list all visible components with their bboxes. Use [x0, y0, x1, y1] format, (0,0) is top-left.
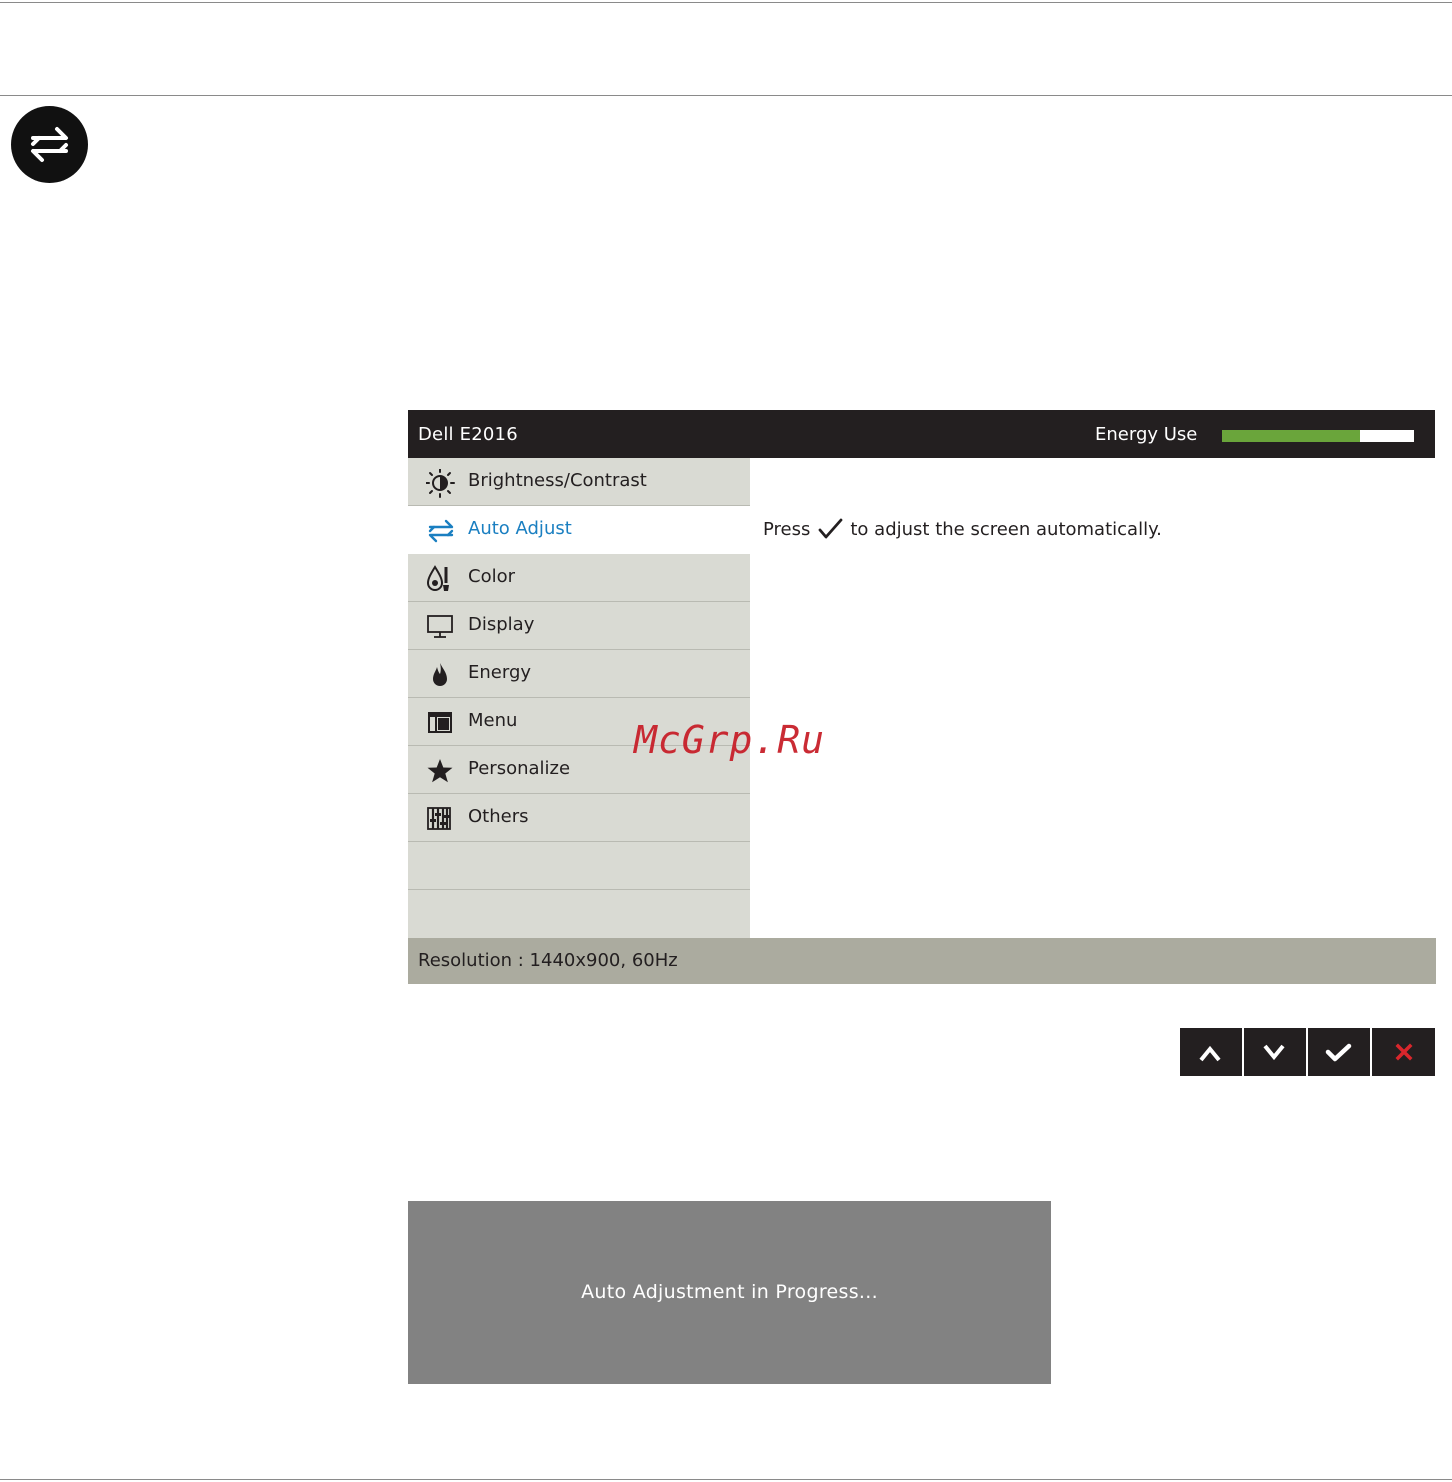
menu-item-label: Color	[468, 566, 515, 587]
close-icon	[1395, 1043, 1413, 1061]
watermark: McGrp.Ru	[634, 718, 826, 762]
menu-item-label: Personalize	[468, 758, 571, 779]
energy-use-fill	[1222, 430, 1361, 442]
star-icon	[426, 757, 454, 783]
instruction-press-text: Press	[763, 519, 811, 540]
resolution-text: Resolution : 1440x900, 60Hz	[418, 950, 678, 971]
menu-icon	[426, 709, 454, 735]
down-button[interactable]	[1244, 1028, 1306, 1076]
auto-adjust-section-icon	[11, 106, 88, 183]
auto-adjust-progress-dialog: Auto Adjustment in Progress...	[408, 1201, 1051, 1384]
osd-window: Dell E2016 Energy Use Brightness/Contras…	[408, 410, 1436, 984]
brightness-icon	[425, 468, 455, 498]
check-icon	[1325, 1043, 1352, 1062]
menu-item-label: Display	[468, 614, 535, 635]
menu-item-label: Brightness/Contrast	[468, 470, 647, 491]
osd-header: Dell E2016 Energy Use	[408, 410, 1435, 458]
top-divider	[0, 2, 1452, 3]
menu-item-auto-adjust[interactable]: Auto Adjust	[408, 506, 750, 554]
menu-item-label: Energy	[468, 662, 532, 683]
osd-status-bar: Resolution : 1440x900, 60Hz	[408, 938, 1436, 984]
menu-empty-slot	[408, 890, 750, 937]
menu-item-label: Auto Adjust	[468, 518, 572, 539]
menu-item-others[interactable]: Others	[408, 794, 750, 842]
osd-content-area: Press to adjust the screen automatically.	[750, 458, 1436, 938]
exit-button[interactable]	[1372, 1028, 1435, 1076]
menu-item-energy[interactable]: Energy	[408, 650, 750, 698]
energy-use-label: Energy Use	[1095, 424, 1198, 445]
energy-use-meter	[1222, 430, 1414, 442]
chevron-down-icon	[1263, 1044, 1285, 1061]
osd-menu-list: Brightness/Contrast Auto Adjust Color Di…	[408, 458, 750, 938]
others-icon	[426, 805, 454, 831]
check-icon	[818, 518, 844, 540]
ok-button[interactable]	[1308, 1028, 1370, 1076]
up-button[interactable]	[1180, 1028, 1242, 1076]
menu-item-brightness-contrast[interactable]: Brightness/Contrast	[408, 458, 750, 506]
display-icon	[426, 613, 454, 639]
menu-item-display[interactable]: Display	[408, 602, 750, 650]
auto-adjust-icon	[426, 517, 454, 543]
menu-item-color[interactable]: Color	[408, 554, 750, 602]
chevron-up-icon	[1199, 1045, 1221, 1062]
header-divider	[0, 95, 1452, 96]
model-name: Dell E2016	[418, 424, 518, 445]
progress-message: Auto Adjustment in Progress...	[581, 1281, 878, 1303]
menu-item-label: Others	[468, 806, 529, 827]
menu-empty-slot	[408, 842, 750, 890]
auto-adjust-instruction: Press to adjust the screen automatically.	[763, 518, 1162, 540]
color-icon	[426, 565, 454, 591]
osd-button-bar	[1180, 1028, 1435, 1076]
menu-item-label: Menu	[468, 710, 518, 731]
energy-icon	[426, 661, 454, 687]
footer-divider	[0, 1479, 1452, 1480]
instruction-tail-text: to adjust the screen automatically.	[850, 519, 1162, 540]
